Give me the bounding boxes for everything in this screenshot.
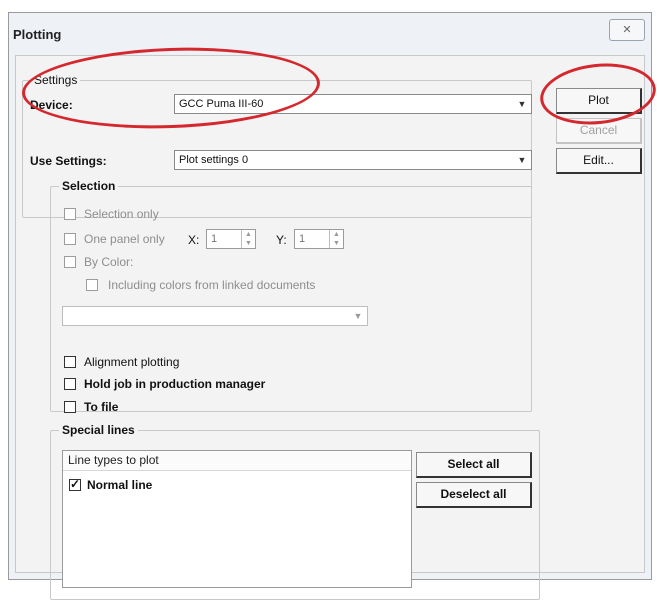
y-spinner[interactable]: 1 ▲ ▼ — [294, 229, 344, 249]
spinner-arrows-icon[interactable]: ▲ ▼ — [241, 230, 255, 248]
color-select[interactable]: ▼ — [62, 306, 368, 326]
select-all-button[interactable]: Select all — [416, 452, 532, 478]
one-panel-only-label: One panel only — [84, 232, 165, 246]
alignment-plotting-checkbox[interactable] — [64, 356, 76, 368]
device-select[interactable]: GCC Puma III-60 ▼ — [174, 94, 532, 114]
chevron-down-icon[interactable]: ▼ — [514, 152, 530, 168]
normal-line-checkbox[interactable] — [69, 477, 81, 491]
including-colors-label: Including colors from linked documents — [108, 278, 316, 292]
normal-line-label: Normal line — [87, 478, 153, 492]
line-types-list-header: Line types to plot — [63, 451, 411, 471]
by-color-checkbox[interactable] — [64, 256, 76, 268]
device-label: Device: — [30, 98, 73, 112]
including-colors-checkbox[interactable] — [86, 279, 98, 291]
chevron-down-icon[interactable]: ▼ — [350, 308, 366, 324]
y-label: Y: — [276, 233, 287, 247]
close-button[interactable]: ✕ — [609, 19, 645, 41]
title-bar: Plotting ✕ — [9, 13, 651, 51]
dialog-body: Settings Device: GCC Puma III-60 ▼ Use S… — [15, 55, 645, 600]
special-lines-legend: Special lines — [59, 423, 138, 437]
use-settings-select-value: Plot settings 0 — [179, 154, 249, 166]
cancel-button[interactable]: Cancel — [556, 118, 642, 144]
selection-only-checkbox[interactable] — [64, 208, 76, 220]
use-settings-label: Use Settings: — [30, 154, 107, 168]
window-title: Plotting — [13, 27, 62, 42]
plotting-dialog: Plotting ✕ Settings Device: GCC Puma III… — [8, 12, 652, 600]
device-select-value: GCC Puma III-60 — [179, 98, 264, 110]
hold-job-checkbox[interactable] — [64, 378, 76, 390]
to-file-label: To file — [84, 400, 119, 414]
x-spinner[interactable]: 1 ▲ ▼ — [206, 229, 256, 249]
chevron-down-icon[interactable]: ▼ — [514, 96, 530, 112]
settings-legend: Settings — [31, 73, 81, 87]
plot-button[interactable]: Plot — [556, 88, 642, 114]
selection-legend: Selection — [59, 179, 119, 193]
use-settings-select[interactable]: Plot settings 0 ▼ — [174, 150, 532, 170]
one-panel-only-checkbox[interactable] — [64, 233, 76, 245]
alignment-plotting-label: Alignment plotting — [84, 355, 180, 369]
deselect-all-button[interactable]: Deselect all — [416, 482, 532, 508]
x-spinner-value: 1 — [211, 233, 218, 245]
line-types-list[interactable]: Line types to plot Normal line — [62, 450, 412, 588]
hold-job-label: Hold job in production manager — [84, 377, 266, 391]
x-label: X: — [188, 233, 200, 247]
edit-button[interactable]: Edit... — [556, 148, 642, 174]
spinner-arrows-icon[interactable]: ▲ ▼ — [329, 230, 343, 248]
to-file-checkbox[interactable] — [64, 401, 76, 413]
selection-only-label: Selection only — [84, 207, 159, 221]
by-color-label: By Color: — [84, 255, 134, 269]
y-spinner-value: 1 — [299, 233, 306, 245]
